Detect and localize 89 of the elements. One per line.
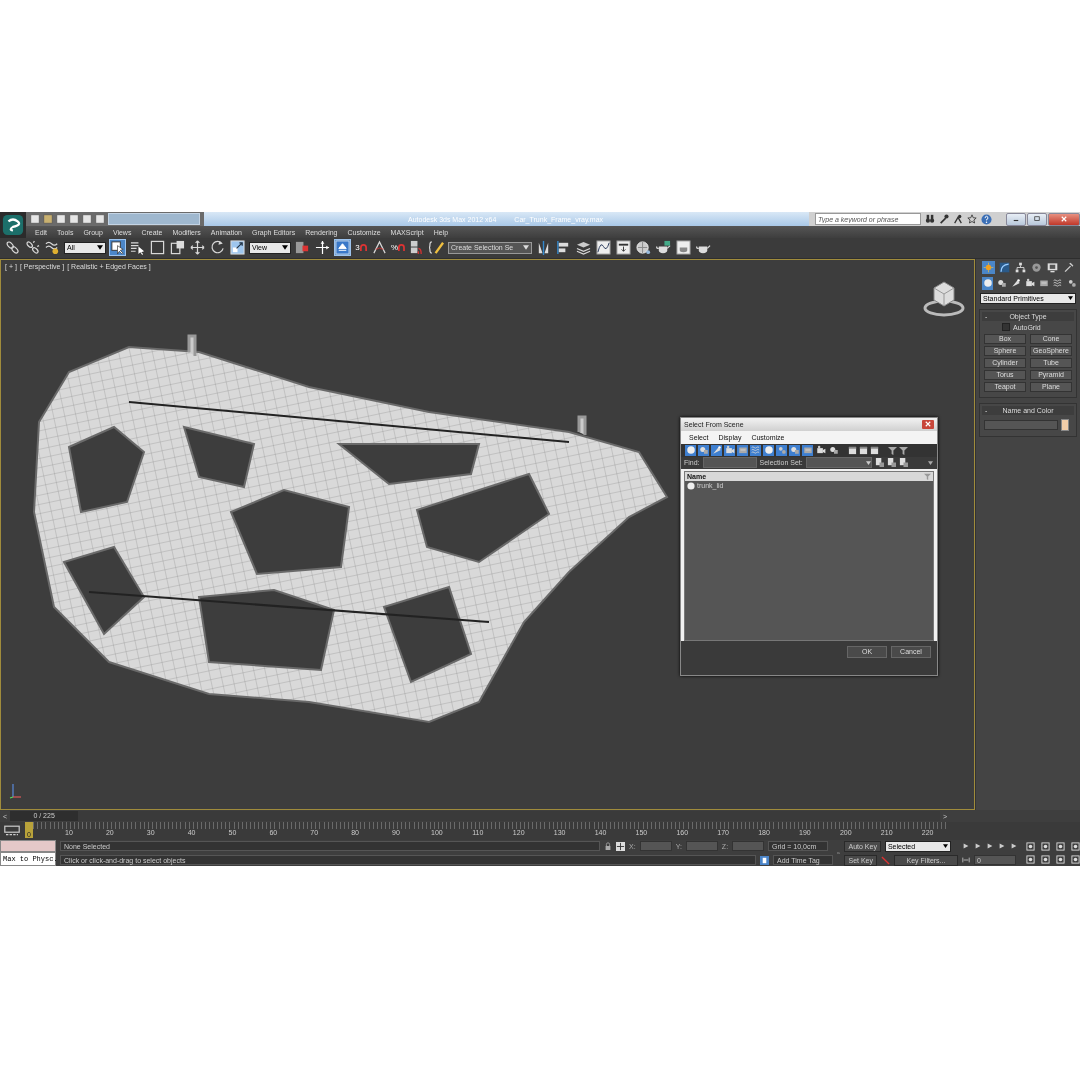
caret-icon (523, 245, 529, 251)
filter-sphere-icon[interactable] (685, 444, 696, 456)
maximize-icon (1033, 216, 1041, 222)
arc-icon[interactable] (998, 260, 1011, 274)
sphere-icon[interactable] (982, 276, 993, 290)
hammer-icon[interactable] (1062, 260, 1075, 274)
filter-gears-icon[interactable] (776, 444, 787, 456)
project-field[interactable] (108, 213, 200, 225)
layers-icon[interactable] (575, 239, 592, 257)
filter-shapes-icon[interactable] (698, 444, 709, 456)
filter-spotlight-icon[interactable] (711, 444, 722, 456)
close-icon (925, 421, 931, 428)
schematic-icon[interactable] (615, 239, 632, 257)
pencil-icon[interactable] (428, 239, 445, 257)
filter-tape-icon[interactable] (737, 444, 748, 456)
cursor-icon[interactable] (109, 239, 126, 257)
lock-icon[interactable] (604, 842, 612, 850)
selection-set-icon[interactable] (886, 458, 896, 468)
x-coordinate-field[interactable] (639, 841, 672, 851)
caret-icon (97, 245, 103, 251)
magnet-icon (359, 244, 367, 252)
hierarchy-icon[interactable] (1014, 260, 1027, 274)
snap-toggle[interactable]: 3 (354, 239, 368, 257)
waves-icon[interactable] (1052, 276, 1063, 290)
filter-shapes-icon[interactable] (828, 444, 839, 456)
filter-waves-icon[interactable] (750, 444, 761, 456)
autogrid-checkbox[interactable] (1002, 323, 1010, 332)
time-tag-icon[interactable] (760, 855, 769, 865)
column-view-icon[interactable] (848, 445, 857, 455)
redo-icon[interactable] (82, 214, 92, 224)
column-view-icon[interactable] (859, 445, 868, 455)
minimize-button[interactable] (1006, 212, 1026, 226)
selection-set-icon[interactable] (874, 458, 884, 468)
arrow-box-icon[interactable] (334, 239, 351, 257)
project-icon[interactable] (95, 214, 105, 224)
filter-tape-icon[interactable] (802, 444, 813, 456)
overlapping-squares-icon[interactable] (169, 239, 186, 257)
axis-tripod-icon (9, 781, 23, 800)
broken-chain-icon[interactable] (24, 239, 41, 257)
curve-editor-icon[interactable] (2, 825, 22, 837)
caret-icon[interactable] (928, 460, 933, 465)
disc-icon[interactable] (1030, 260, 1043, 274)
caret-icon (1068, 296, 1073, 301)
chain-link-icon[interactable] (4, 239, 21, 257)
crosshair-icon[interactable] (314, 239, 331, 257)
name-field[interactable] (984, 419, 1058, 430)
maximize-button[interactable] (1027, 212, 1047, 226)
caret-icon (282, 245, 288, 251)
color-swatch[interactable] (1061, 418, 1069, 431)
sun-icon[interactable] (982, 260, 995, 274)
z-coordinate-field[interactable] (732, 841, 765, 851)
filter-camera-icon[interactable] (724, 444, 735, 456)
star-icon[interactable] (967, 214, 977, 224)
teapot-window-icon[interactable] (675, 239, 692, 257)
scale-icon[interactable] (229, 239, 246, 257)
doc-icon[interactable] (30, 214, 40, 224)
close-button[interactable] (922, 419, 934, 429)
y-coordinate-field[interactable] (685, 841, 718, 851)
filter-camera-icon[interactable] (815, 444, 826, 456)
rectangle-icon[interactable] (149, 239, 166, 257)
wrench-icon[interactable] (939, 214, 949, 224)
column-view-icon[interactable] (870, 445, 879, 455)
caret-icon (942, 844, 948, 848)
spotlight-icon[interactable] (1010, 276, 1021, 290)
app-logo[interactable] (0, 212, 26, 238)
move-icon[interactable] (189, 239, 206, 257)
filter-shapes-icon[interactable] (789, 444, 800, 456)
play-icon[interactable] (986, 842, 994, 850)
curve-editor-icon[interactable] (595, 239, 612, 257)
transform-mode-icon[interactable] (616, 841, 625, 851)
filter-sphere-icon[interactable] (763, 444, 774, 456)
find-field[interactable] (702, 457, 757, 469)
monitor-icon[interactable] (1046, 260, 1059, 274)
list-cursor-icon[interactable] (129, 239, 146, 257)
binoculars-icon[interactable] (925, 214, 935, 224)
selection-set-icon[interactable] (898, 458, 908, 468)
magnet-icon (398, 244, 405, 252)
caret-icon (865, 460, 871, 465)
folder-icon[interactable] (43, 214, 53, 224)
spinner-snap-icon[interactable] (408, 239, 425, 257)
close-button[interactable] (1048, 212, 1080, 226)
snap-toggle[interactable]: % (391, 239, 405, 257)
save-icon[interactable] (56, 214, 66, 224)
help-icon[interactable] (981, 213, 992, 225)
sphere-icon (687, 481, 695, 490)
wave-icon[interactable] (44, 239, 61, 257)
close-icon (1060, 216, 1068, 222)
undo-icon[interactable] (69, 214, 79, 224)
material-sphere-icon[interactable] (635, 239, 652, 257)
